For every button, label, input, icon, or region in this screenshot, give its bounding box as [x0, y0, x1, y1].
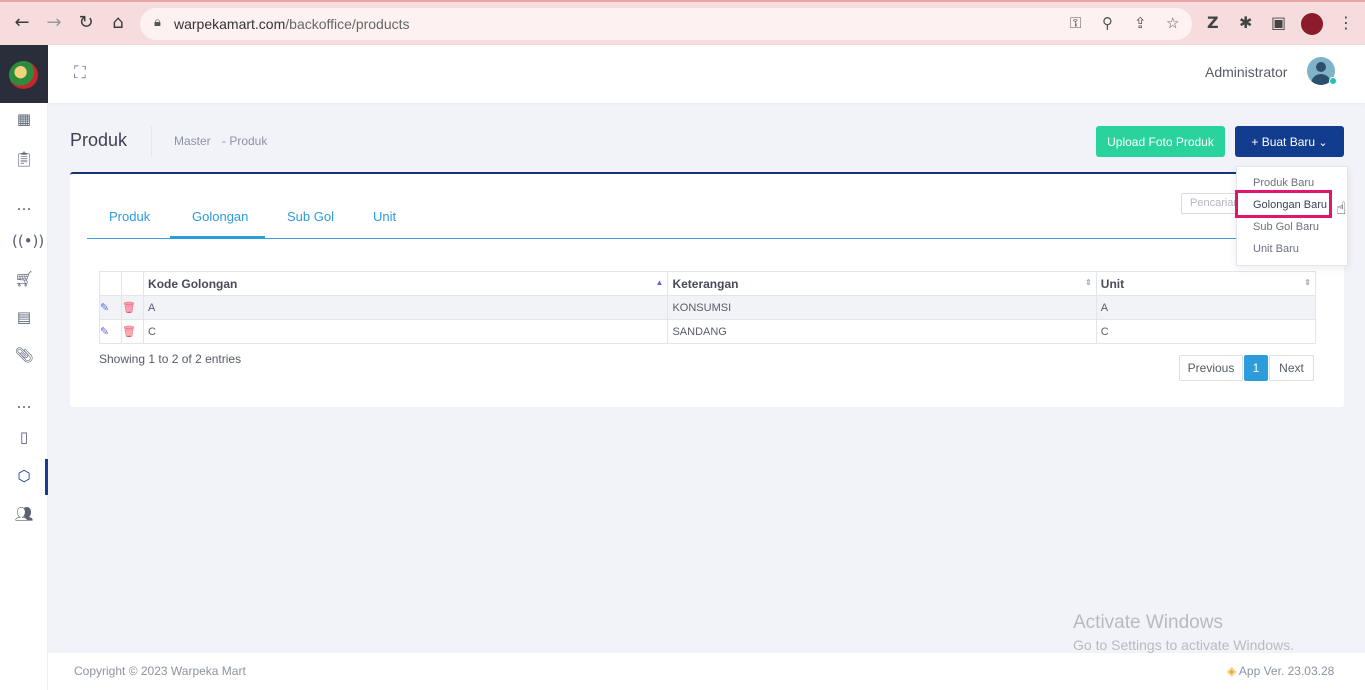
user-name[interactable]: Administrator — [1205, 64, 1287, 80]
key-icon[interactable]: ⚿ — [1070, 14, 1081, 32]
highlight-box — [1235, 190, 1332, 218]
layers-icon: ◈ — [1227, 664, 1237, 678]
chevron-down-icon: ⌄ — [1318, 135, 1328, 149]
cell-unit: A — [1095, 295, 1317, 320]
page-title: Produk — [70, 130, 128, 150]
action-header — [121, 271, 145, 296]
cell-kode: C — [143, 319, 669, 344]
tab-produk[interactable]: Produk — [109, 209, 150, 224]
cell-keterangan: SANDANG — [667, 319, 1097, 344]
content-card: Produk Golongan Sub Gol Unit Pencarian K… — [70, 172, 1344, 407]
tab-sub-gol[interactable]: Sub Gol — [287, 209, 334, 224]
create-new-label: + Buat Baru — [1251, 134, 1316, 149]
more-dots-icon: … — [16, 394, 32, 412]
app-version: ◈ App Ver. 23.03.28 — [1227, 664, 1335, 678]
profile-avatar[interactable] — [1301, 13, 1323, 35]
cell-kode: A — [143, 295, 669, 320]
clipboard-icon[interactable]: 📋︎ — [12, 148, 36, 170]
column-header-unit[interactable]: Unit ⇕ — [1095, 271, 1317, 296]
cell-unit: C — [1095, 319, 1317, 344]
sidebar: ▦ 📋︎ … ((•)) 🛒︎ ▤ 📎︎ … ▯ ⬡ 👥︎ — [0, 45, 48, 690]
create-new-button[interactable]: + Buat Baru ⌄ — [1235, 126, 1344, 157]
table-row: ✎ 🗑︎ A KONSUMSI A — [98, 295, 1317, 320]
tab-active-indicator — [170, 236, 265, 239]
pagination-page-1[interactable]: 1 — [1244, 355, 1268, 381]
calculator-icon[interactable]: ▤ — [12, 306, 36, 328]
fullscreen-icon[interactable]: ⛶ — [74, 63, 86, 83]
paperclip-icon[interactable]: 📎︎ — [12, 344, 36, 366]
lock-icon: 🔒︎ — [154, 15, 161, 30]
edit-icon[interactable]: ✎ — [98, 319, 123, 344]
cart-icon[interactable]: 🛒︎ — [12, 268, 36, 290]
golongan-table: Kode Golongan ▲ Keterangan ⇕ Unit ⇕ ✎ 🗑︎ A … — [98, 271, 1317, 344]
puzzle-icon[interactable]: ✱ — [1239, 13, 1252, 32]
hand-cursor-icon: ☝ — [1336, 199, 1347, 219]
table-info: Showing 1 to 2 of 2 entries — [99, 352, 242, 366]
trash-icon[interactable]: 🗑︎ — [121, 319, 145, 344]
menu-dots-icon[interactable]: ⋮ — [1338, 13, 1354, 32]
column-header-kode[interactable]: Kode Golongan ▲ — [143, 271, 669, 296]
breadcrumb-master[interactable]: Master — [174, 134, 211, 148]
menu-item-produk-baru[interactable]: Produk Baru — [1253, 177, 1314, 189]
copyright-text: Copyright © 2023 Warpeka Mart — [74, 664, 246, 678]
broadcast-icon[interactable]: ((•)) — [12, 230, 44, 252]
activate-windows-title: Activate Windows — [1073, 612, 1223, 633]
trash-icon[interactable]: 🗑︎ — [121, 295, 145, 320]
table-header-row: Kode Golongan ▲ Keterangan ⇕ Unit ⇕ — [98, 271, 1317, 296]
users-icon[interactable]: 👥︎ — [12, 503, 36, 525]
cell-keterangan: KONSUMSI — [667, 295, 1097, 320]
action-header — [98, 271, 123, 296]
more-dots-icon: … — [16, 196, 32, 214]
pagination-previous[interactable]: Previous — [1179, 355, 1243, 381]
reload-icon[interactable]: ↻ — [74, 11, 98, 35]
footer: Copyright © 2023 Warpeka Mart ◈ App Ver.… — [48, 653, 1365, 690]
dashboard-icon[interactable]: ▦ — [12, 108, 36, 130]
title-divider — [151, 126, 152, 156]
tab-bar: Produk Golongan Sub Gol Unit — [87, 202, 1269, 239]
back-icon[interactable]: ← — [10, 11, 34, 35]
forward-icon[interactable]: → — [42, 11, 66, 35]
table-row: ✎ 🗑︎ C SANDANG C — [98, 319, 1317, 344]
notebook-icon[interactable]: ▯ — [12, 426, 36, 448]
menu-item-sub-gol-baru[interactable]: Sub Gol Baru — [1253, 221, 1319, 233]
home-icon[interactable]: ⌂ — [106, 11, 130, 35]
browser-toolbar: ← → ↻ ⌂ 🔒︎ warpekamart.com/backoffice/pr… — [0, 0, 1365, 45]
pagination-next[interactable]: Next — [1269, 355, 1314, 381]
logo-container[interactable] — [0, 45, 48, 103]
top-header: ⛶ Administrator — [48, 45, 1365, 103]
zoom-icon[interactable]: ⚲ — [1102, 14, 1113, 32]
edit-icon[interactable]: ✎ — [98, 295, 123, 320]
activate-windows-subtitle: Go to Settings to activate Windows. — [1073, 637, 1294, 653]
breadcrumb-produk[interactable]: - Produk — [222, 134, 267, 148]
tab-golongan[interactable]: Golongan — [192, 209, 248, 224]
box-icon[interactable]: ⬡ — [12, 465, 36, 487]
column-header-keterangan[interactable]: Keterangan ⇕ — [667, 271, 1097, 296]
address-bar[interactable]: 🔒︎ warpekamart.com/backoffice/products ⚿… — [140, 8, 1192, 40]
extension-z-icon[interactable]: Z — [1207, 13, 1219, 32]
online-status-dot — [1329, 77, 1337, 85]
url-text: warpekamart.com/backoffice/products — [174, 16, 410, 32]
sidebar-active-indicator — [45, 459, 48, 495]
bookmark-star-icon[interactable]: ☆ — [1166, 14, 1179, 32]
share-icon[interactable]: ⇪ — [1134, 14, 1147, 32]
brand-logo — [9, 61, 38, 89]
sidepanel-icon[interactable]: ▣ — [1271, 13, 1286, 32]
tab-unit[interactable]: Unit — [373, 209, 396, 224]
upload-photo-button[interactable]: Upload Foto Produk — [1096, 126, 1225, 157]
menu-item-unit-baru[interactable]: Unit Baru — [1253, 243, 1299, 255]
